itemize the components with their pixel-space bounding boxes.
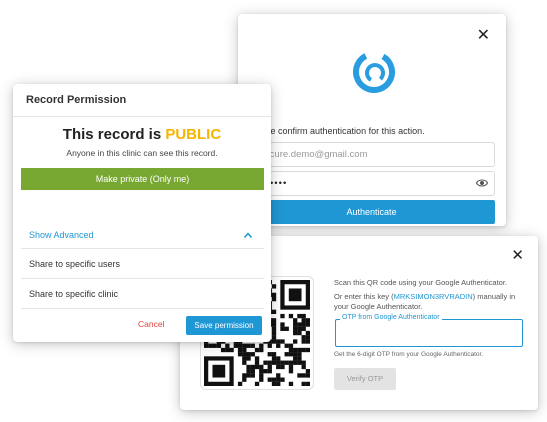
verify-otp-button[interactable]: Verify OTP <box>334 368 396 390</box>
status-subtitle: Anyone in this clinic can see this recor… <box>66 148 218 158</box>
auth-prompt: Please confirm authentication for this a… <box>248 126 425 136</box>
password-field[interactable]: ••••••• <box>248 171 495 196</box>
cancel-button[interactable]: Cancel <box>138 319 164 329</box>
secret-key: MRKSIMON3RVRADIN <box>393 292 473 301</box>
status-prefix: This record is <box>62 126 166 143</box>
key-prefix: Or enter this key ( <box>334 292 394 301</box>
email-field[interactable]: mycure.demo@gmail.com <box>248 142 495 167</box>
show-advanced-label: Show Advanced <box>29 230 94 240</box>
manual-key-instruction: Or enter this key (MRKSIMON3RVRADIN) man… <box>334 292 529 312</box>
chevron-up-icon <box>244 232 252 238</box>
status-value: PUBLIC <box>165 126 222 143</box>
share-specific-clinic-item[interactable]: Share to specific clinic <box>21 279 264 309</box>
share-specific-users-item[interactable]: Share to specific users <box>21 249 264 279</box>
mycure-logo-icon <box>353 51 395 93</box>
authenticate-button[interactable]: Authenticate <box>248 200 495 224</box>
dialog-title: Record Permission <box>13 84 271 117</box>
close-icon[interactable]: ✕ <box>511 246 524 264</box>
eye-icon[interactable] <box>476 178 488 188</box>
otp-input[interactable] <box>335 319 523 347</box>
save-permission-button[interactable]: Save permission <box>186 316 262 335</box>
make-private-button[interactable]: Make private (Only me) <box>21 168 264 190</box>
show-advanced-toggle[interactable]: Show Advanced <box>21 222 264 249</box>
authentication-dialog: ✕ Please confirm authentication for this… <box>238 14 506 226</box>
close-icon[interactable]: ✕ <box>477 28 490 44</box>
record-status: This record is PUBLIC <box>13 126 271 143</box>
record-permission-dialog: Record Permission This record is PUBLIC … <box>13 84 271 342</box>
otp-hint: Get the 6-digit OTP from your Google Aut… <box>334 351 484 358</box>
scan-instruction: Scan this QR code using your Google Auth… <box>334 278 508 287</box>
otp-field-label: OTP from Google Authenticator <box>340 314 442 321</box>
